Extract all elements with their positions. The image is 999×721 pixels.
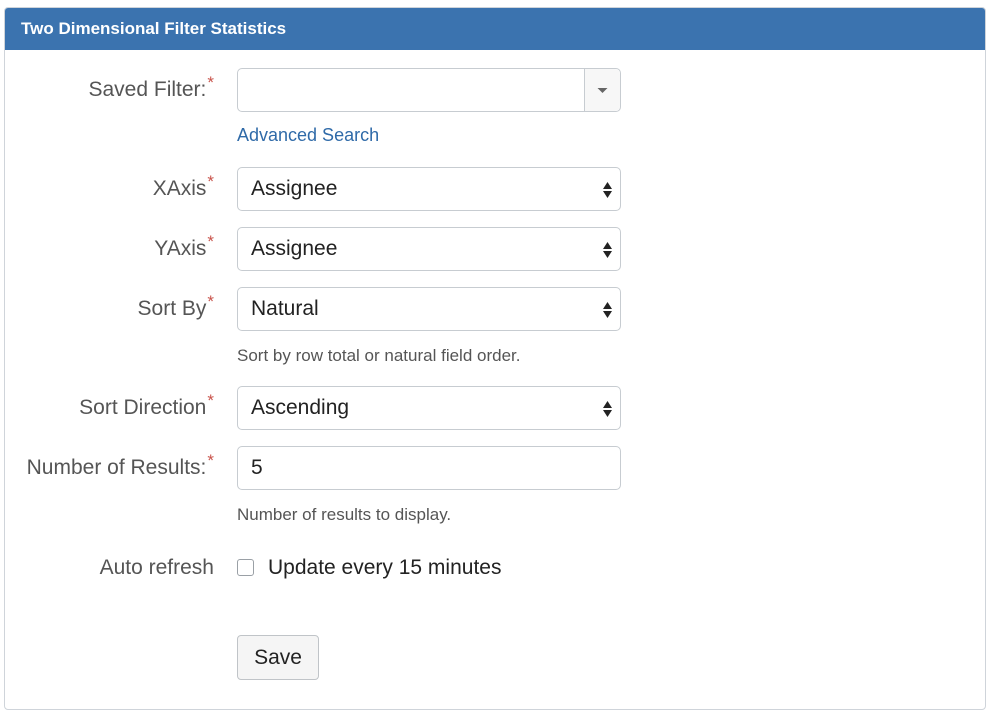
updown-arrows-icon [603, 182, 612, 198]
auto-refresh-checkbox-label[interactable]: Update every 15 minutes [268, 556, 501, 580]
yaxis-value: Assignee [251, 237, 338, 260]
sort-by-hint: Sort by row total or natural field order… [237, 346, 521, 365]
updown-arrows-icon [603, 401, 612, 417]
xaxis-select[interactable]: Assignee [237, 167, 621, 211]
auto-refresh-label: Auto refresh [99, 556, 214, 579]
xaxis-label: XAxis* [152, 172, 214, 201]
sort-by-value: Natural [251, 297, 319, 320]
yaxis-label-text: YAxis [154, 237, 207, 260]
saved-filter-combobox[interactable] [237, 68, 621, 112]
save-button[interactable]: Save [237, 635, 319, 680]
yaxis-select[interactable]: Assignee [237, 227, 621, 271]
sort-by-select[interactable]: Natural [237, 287, 621, 331]
sort-by-label-text: Sort By [137, 297, 207, 320]
sort-direction-label: Sort Direction* [79, 391, 214, 420]
caret-down-icon [597, 88, 608, 93]
xaxis-value: Assignee [251, 177, 338, 200]
panel-title: Two Dimensional Filter Statistics [5, 8, 985, 50]
sort-direction-label-text: Sort Direction [79, 396, 207, 419]
saved-filter-label-text: Saved Filter: [88, 78, 207, 101]
required-marker: * [207, 391, 214, 410]
updown-arrows-icon [603, 242, 612, 258]
saved-filter-dropdown-button[interactable] [584, 69, 620, 111]
num-results-label-text: Number of Results: [26, 456, 207, 479]
auto-refresh-checkbox[interactable] [237, 559, 254, 576]
yaxis-label: YAxis* [154, 232, 214, 261]
sort-by-label: Sort By* [137, 292, 214, 321]
required-marker: * [207, 73, 214, 92]
num-results-label: Number of Results:* [26, 451, 214, 480]
sort-direction-select[interactable]: Ascending [237, 386, 621, 430]
num-results-hint: Number of results to display. [237, 505, 452, 524]
num-results-value: 5 [251, 456, 263, 479]
advanced-search-link[interactable]: Advanced Search [237, 125, 379, 146]
required-marker: * [207, 451, 214, 470]
required-marker: * [207, 172, 214, 191]
sort-direction-value: Ascending [251, 396, 350, 419]
saved-filter-label: Saved Filter:* [88, 73, 214, 102]
xaxis-label-text: XAxis [152, 177, 207, 200]
num-results-input[interactable]: 5 [237, 446, 621, 490]
required-marker: * [207, 232, 214, 251]
required-marker: * [207, 292, 214, 311]
updown-arrows-icon [603, 302, 612, 318]
gadget-config-panel: Two Dimensional Filter Statistics Saved … [4, 7, 986, 710]
